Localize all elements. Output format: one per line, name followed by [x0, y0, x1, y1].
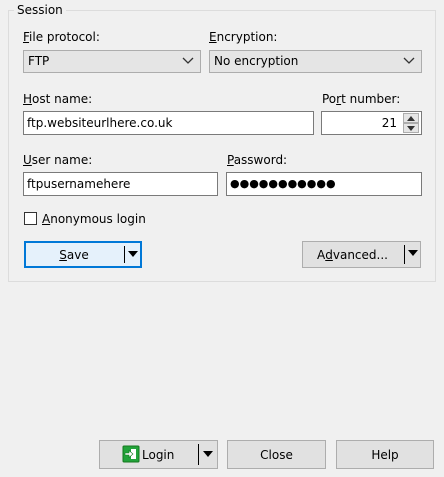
login-icon: [122, 445, 140, 463]
host-name-label: Host name:: [23, 92, 93, 106]
file-protocol-label: File protocol:: [23, 30, 100, 44]
anonymous-login-label: Anonymous login: [42, 212, 146, 226]
spin-up-icon: [407, 116, 415, 121]
close-button-label: Close: [260, 447, 293, 462]
close-button[interactable]: Close: [227, 440, 326, 469]
file-protocol-select[interactable]: FTP: [23, 50, 201, 73]
chevron-down-icon: [182, 57, 194, 64]
host-name-input[interactable]: ftp.websiteurlhere.co.uk: [23, 111, 314, 135]
port-number-label: Port number:: [322, 92, 401, 106]
help-button-label: Help: [371, 447, 399, 462]
dropdown-arrow-icon[interactable]: [128, 251, 138, 257]
encryption-select[interactable]: No encryption: [209, 50, 422, 73]
port-number-spinner[interactable]: 21: [321, 111, 422, 135]
split-separator: [404, 245, 405, 264]
spin-down-button[interactable]: [403, 123, 419, 133]
save-button-label: Save: [59, 247, 89, 262]
split-separator: [198, 444, 199, 465]
password-value: ●●●●●●●●●●●: [230, 177, 336, 190]
password-label: Password:: [227, 153, 288, 167]
password-input[interactable]: ●●●●●●●●●●●: [226, 172, 422, 196]
user-name-value: ftpusernamehere: [27, 177, 131, 191]
port-number-value: 21: [381, 116, 397, 130]
user-name-label: User name:: [23, 153, 93, 167]
file-protocol-value: FTP: [28, 54, 50, 68]
split-separator: [124, 246, 125, 263]
dropdown-arrow-icon[interactable]: [203, 451, 213, 457]
anonymous-login-checkbox[interactable]: [24, 212, 37, 225]
user-name-input[interactable]: ftpusernamehere: [23, 172, 218, 196]
advanced-button-label: Ad vanced...: [317, 247, 388, 262]
login-button-label: Login: [142, 447, 175, 462]
chevron-down-icon: [403, 57, 415, 64]
host-name-value: ftp.websiteurlhere.co.uk: [27, 116, 173, 130]
encryption-label: Encryption:: [209, 30, 278, 44]
dropdown-arrow-icon[interactable]: [408, 250, 418, 256]
spin-down-icon: [407, 126, 415, 131]
login-button[interactable]: Login: [99, 440, 218, 469]
encryption-value: No encryption: [214, 54, 299, 68]
spin-up-button[interactable]: [403, 113, 419, 123]
save-button[interactable]: Save: [24, 241, 142, 268]
session-group-title: Session: [14, 2, 66, 18]
advanced-button[interactable]: Ad vanced...: [302, 241, 421, 268]
help-button[interactable]: Help: [336, 440, 434, 469]
